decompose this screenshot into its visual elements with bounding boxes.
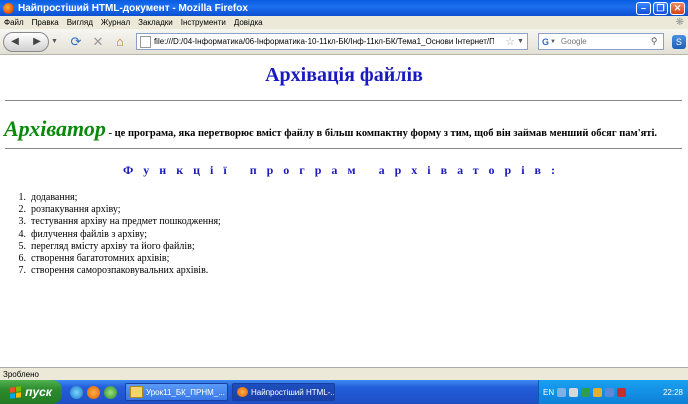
system-tray: EN 22:28 bbox=[538, 380, 688, 404]
google-icon[interactable]: G bbox=[542, 37, 549, 47]
search-box[interactable]: G ▼ ⚲ bbox=[537, 33, 664, 50]
list-item: 4. филучення файлів з архіву; bbox=[18, 228, 148, 240]
stop-icon[interactable]: ✕ bbox=[90, 34, 106, 50]
throbber-icon: ❋ bbox=[675, 17, 684, 28]
url-dropdown-icon[interactable]: ▼ bbox=[517, 38, 524, 45]
navigation-toolbar: ◀ ▶ ▼ ⟳ ✕ ⌂ ☆ ▼ G ▼ ⚲ S bbox=[0, 29, 688, 55]
forward-arrow-icon[interactable]: ▶ bbox=[33, 36, 41, 47]
functions-heading: Функції програм архіваторів: bbox=[123, 163, 565, 177]
firefox-quicklaunch-icon[interactable] bbox=[87, 385, 100, 399]
divider-bottom bbox=[5, 148, 682, 149]
definition-text: - це програма, яка перетворює вміст файл… bbox=[105, 128, 657, 139]
firefox-icon bbox=[3, 2, 14, 14]
tray-icon[interactable] bbox=[617, 387, 627, 397]
menu-edit[interactable]: Правка bbox=[28, 18, 63, 27]
quick-launch bbox=[70, 385, 117, 399]
list-item: 5. перегляд вмісту архіву та його файлів; bbox=[18, 240, 195, 252]
page-title: Архівація файлів bbox=[265, 64, 423, 86]
close-button[interactable]: ✕ bbox=[670, 1, 685, 15]
clock[interactable]: 22:28 bbox=[663, 388, 683, 397]
search-icon[interactable]: ⚲ bbox=[651, 36, 658, 47]
page-content: Архівація файлів Архіватор - це програма… bbox=[0, 55, 688, 367]
window-title-bar[interactable]: Найпростіший HTML-документ - Mozilla Fir… bbox=[0, 0, 688, 16]
taskbar: пуск Урок11_БК_ПРНМ_... Найпростіший HTM… bbox=[0, 380, 688, 404]
home-icon[interactable]: ⌂ bbox=[112, 34, 128, 49]
tray-icon[interactable] bbox=[581, 387, 591, 397]
tray-icon[interactable] bbox=[569, 387, 579, 397]
list-item: 7. створення саморозпаковувальних архівів… bbox=[18, 265, 209, 277]
search-input[interactable] bbox=[558, 36, 651, 47]
bookmark-star-icon[interactable]: ☆ bbox=[505, 35, 515, 48]
language-indicator[interactable]: EN bbox=[543, 388, 554, 397]
definition-term: Архіватор bbox=[4, 116, 106, 141]
back-arrow-icon[interactable]: ◀ bbox=[11, 36, 19, 47]
media-icon[interactable] bbox=[104, 385, 117, 399]
divider-top bbox=[5, 100, 682, 101]
ie-icon[interactable] bbox=[70, 385, 83, 399]
window-title: Найпростіший HTML-документ - Mozilla Fir… bbox=[18, 2, 248, 14]
menu-help[interactable]: Довідка bbox=[230, 18, 267, 27]
menu-tools[interactable]: Інструменти bbox=[177, 18, 230, 27]
minimize-button[interactable]: – bbox=[636, 1, 651, 15]
menu-bookmarks[interactable]: Закладки bbox=[134, 18, 177, 27]
menu-view[interactable]: Вигляд bbox=[63, 18, 97, 27]
menu-file[interactable]: Файл bbox=[0, 18, 28, 27]
definition: Архіватор - це програма, яка перетворює … bbox=[4, 116, 684, 142]
status-text: Зроблено bbox=[3, 369, 39, 379]
functions-list: 1. додавання; 2. розпакування архіву; 3. те… bbox=[4, 192, 221, 277]
windows-logo-icon bbox=[10, 385, 22, 399]
address-bar[interactable]: ☆ ▼ bbox=[135, 33, 528, 50]
menu-history[interactable]: Журнал bbox=[97, 18, 134, 27]
status-bar: Зроблено bbox=[0, 367, 688, 380]
taskbar-item-firefox[interactable]: Найпростіший HTML-... bbox=[232, 383, 335, 401]
tray-icon[interactable] bbox=[557, 387, 567, 397]
start-button[interactable]: пуск bbox=[0, 380, 62, 404]
menu-bar: Файл Правка Вигляд Журнал Закладки Інстр… bbox=[0, 16, 688, 29]
list-item: 1. додавання; bbox=[18, 192, 78, 203]
back-forward-group: ◀ ▶ bbox=[3, 31, 49, 52]
firefox-task-icon bbox=[237, 387, 248, 397]
page-icon bbox=[139, 35, 151, 48]
search-engine-dropdown-icon[interactable]: ▼ bbox=[550, 39, 556, 45]
reload-icon[interactable]: ⟳ bbox=[68, 34, 84, 50]
maximize-button[interactable]: ❐ bbox=[653, 1, 668, 15]
tray-icon[interactable] bbox=[605, 387, 615, 397]
start-label: пуск bbox=[25, 385, 52, 399]
folder-icon bbox=[130, 386, 143, 398]
list-item: 2. розпакування архіву; bbox=[18, 204, 121, 216]
tray-icon[interactable] bbox=[593, 387, 603, 397]
url-input[interactable] bbox=[153, 37, 494, 46]
list-item: 6. створення багатотомних архівів; bbox=[18, 252, 170, 264]
taskbar-item-explorer[interactable]: Урок11_БК_ПРНМ_... bbox=[125, 383, 228, 401]
list-item: 3. тестування архіву на предмет пошкоджен… bbox=[18, 216, 221, 228]
history-dropdown-icon[interactable]: ▼ bbox=[51, 38, 58, 45]
extension-icon[interactable]: S bbox=[671, 34, 686, 49]
